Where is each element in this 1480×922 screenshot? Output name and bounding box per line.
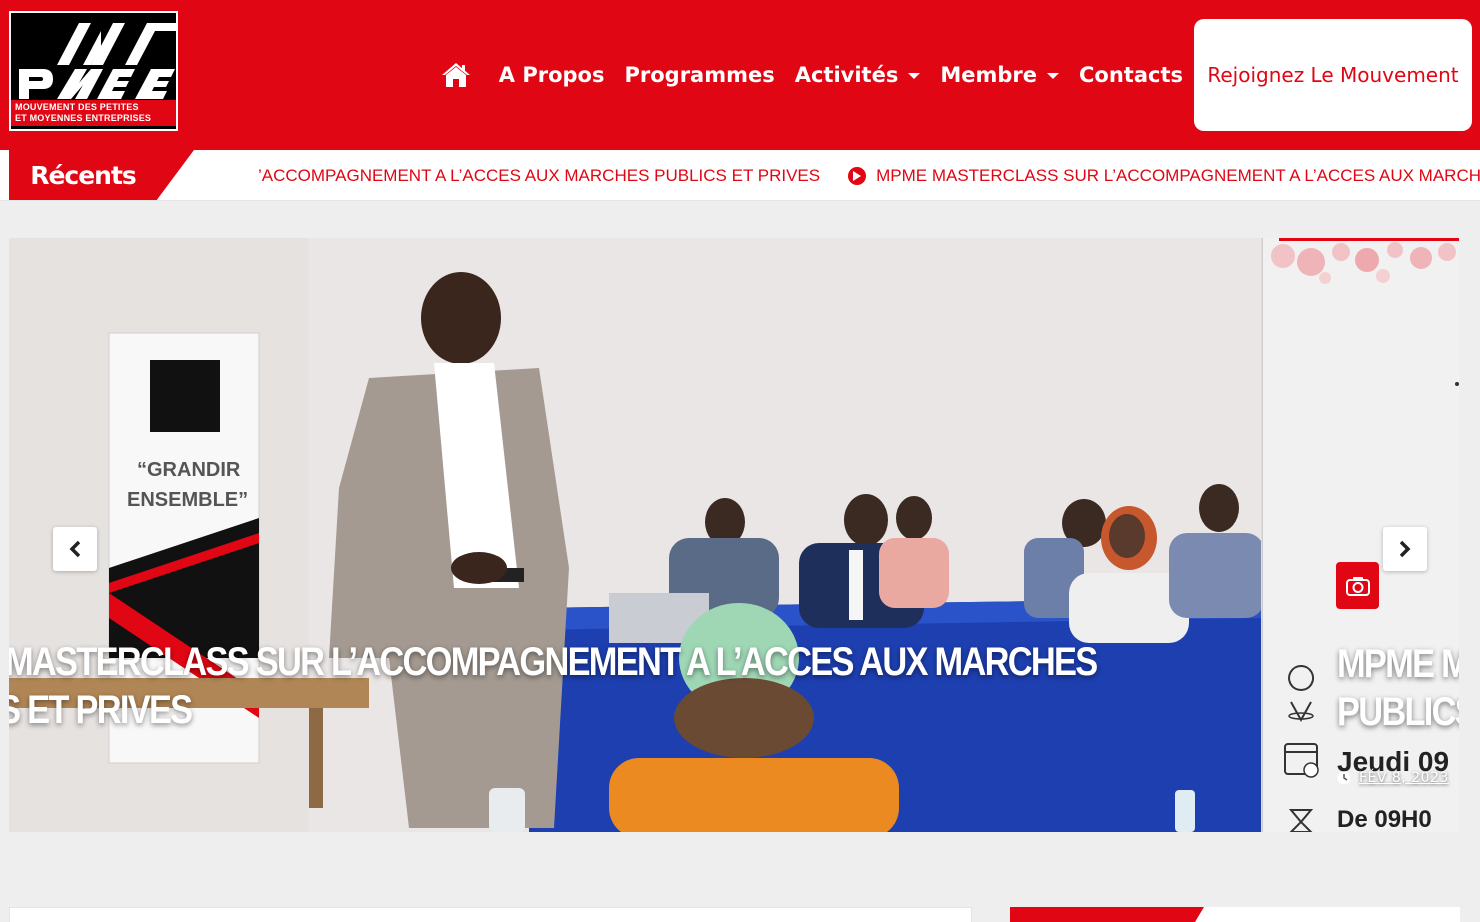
- ticker-item[interactable]: ’ACCOMPAGNEMENT A L’ACCES AUX MARCHES PU…: [258, 166, 820, 186]
- nav-programmes[interactable]: Programmes: [624, 63, 774, 87]
- gallery-badge: [1336, 562, 1379, 609]
- content-card: [9, 907, 972, 922]
- main-nav: A Propos Programmes Activités Membre Con…: [439, 0, 1480, 150]
- slide-current[interactable]: “GRANDIR ENSEMBLE” MASTERCLASS SUR L’ACC…: [9, 238, 1261, 832]
- event-poster-image: [1263, 238, 1459, 832]
- ticker-label: Récents: [9, 150, 157, 200]
- nav-membre[interactable]: Membre: [940, 63, 1059, 87]
- poster-time-line: De 09H0: [1337, 806, 1432, 832]
- arrow-circle-right-icon: [848, 166, 867, 185]
- recent-news-ticker: ’ACCOMPAGNEMENT A L’ACCES AUX MARCHES PU…: [0, 150, 1480, 201]
- join-movement-button[interactable]: Rejoignez Le Mouvement: [1194, 19, 1472, 131]
- slider-next-button[interactable]: [1383, 527, 1427, 571]
- clock-icon: [1337, 771, 1351, 785]
- svg-text:“GRANDIR: “GRANDIR: [137, 459, 241, 481]
- nav-activites[interactable]: Activités: [795, 63, 921, 87]
- chevron-down-icon: [1047, 73, 1059, 79]
- sidebar-tab[interactable]: [1010, 907, 1192, 922]
- home-icon: [441, 63, 470, 87]
- logo-tagline: MOUVEMENT DES PETITES ET MOYENNES ENTREP…: [11, 100, 176, 126]
- next-slide-title[interactable]: MPME M PUBLICS: [1337, 640, 1459, 736]
- ticker-item[interactable]: MPME MASTERCLASS SUR L’ACCOMPAGNEMENT A …: [848, 166, 1480, 186]
- site-logo[interactable]: MOUVEMENT DES PETITES ET MOYENNES ENTREP…: [9, 11, 178, 131]
- chevron-left-icon: [69, 540, 81, 558]
- home-link[interactable]: [439, 60, 473, 90]
- chevron-down-icon: [908, 73, 921, 79]
- slide-title[interactable]: MASTERCLASS SUR L’ACCOMPAGNEMENT A L’ACC…: [9, 638, 1098, 734]
- ticker-label-triangle: [156, 150, 194, 200]
- slide-photo: “GRANDIR ENSEMBLE”: [9, 238, 1261, 832]
- site-header: MOUVEMENT DES PETITES ET MOYENNES ENTREP…: [0, 0, 1480, 150]
- svg-text:ENSEMBLE”: ENSEMBLE”: [127, 489, 248, 511]
- ticker-track: ’ACCOMPAGNEMENT A L’ACCES AUX MARCHES PU…: [258, 150, 1480, 200]
- hero-slider: “GRANDIR ENSEMBLE” MASTERCLASS SUR L’ACC…: [9, 238, 1459, 832]
- ticker-item-text: MPME MASTERCLASS SUR L’ACCOMPAGNEMENT A …: [876, 165, 1480, 185]
- nav-contacts[interactable]: Contacts: [1079, 63, 1183, 87]
- camera-icon: [1345, 576, 1370, 596]
- slide-next[interactable]: Jeudi 09 De 09H0 MPME M PUBLICS FÉV 8, 2…: [1262, 238, 1459, 832]
- chevron-right-icon: [1399, 540, 1411, 558]
- sidebar-tab-triangle: [1192, 907, 1204, 922]
- next-slide-date-link[interactable]: FÉV 8, 2023: [1359, 770, 1449, 786]
- next-slide-date: FÉV 8, 2023: [1337, 770, 1449, 786]
- mpme-logo-mark: [19, 23, 176, 99]
- nav-a-propos[interactable]: A Propos: [499, 63, 605, 87]
- slider-prev-button[interactable]: [53, 527, 97, 571]
